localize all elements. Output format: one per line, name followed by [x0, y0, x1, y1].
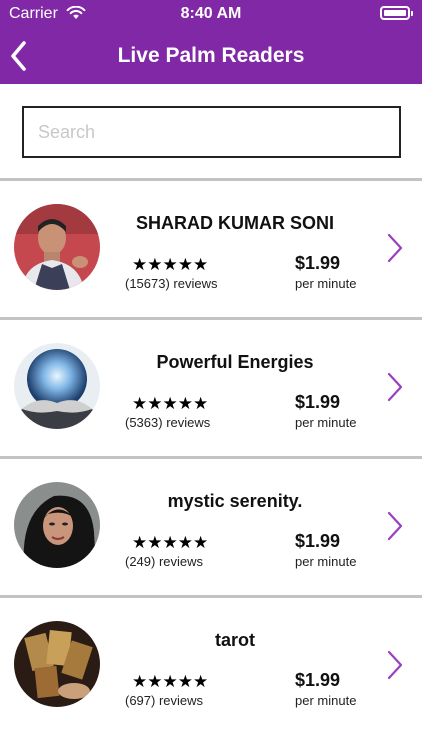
chevron-right-icon [387, 372, 403, 402]
price: $1.99 [295, 392, 341, 412]
avatar [14, 621, 100, 707]
list-item[interactable]: SHARAD KUMAR SONI ★★★★★ (15673) reviews … [0, 178, 422, 317]
search-bar [0, 84, 422, 179]
review-count: (15673) reviews [125, 276, 218, 291]
price: $1.99 [295, 253, 341, 273]
search-input[interactable] [22, 106, 401, 158]
rating-stars: ★★★★★ [132, 533, 209, 552]
review-count: (249) reviews [125, 554, 204, 569]
price-unit: per minute [295, 276, 357, 291]
app-header: Carrier 8:40 AM Live Palm Readers [0, 0, 422, 84]
price-unit: per minute [295, 554, 357, 569]
avatar [14, 343, 100, 429]
chevron-right-icon [387, 233, 403, 263]
avatar [14, 204, 100, 290]
price-unit: per minute [295, 415, 357, 430]
review-count: (5363) reviews [125, 415, 211, 430]
reader-name: tarot [215, 630, 255, 650]
list-item[interactable]: mystic serenity. ★★★★★ (249) reviews $1.… [0, 456, 422, 595]
avatar [14, 482, 100, 568]
reader-list: SHARAD KUMAR SONI ★★★★★ (15673) reviews … [0, 178, 422, 734]
battery-icon [380, 6, 413, 20]
chevron-right-icon [387, 511, 403, 541]
price: $1.99 [295, 670, 341, 690]
rating-stars: ★★★★★ [132, 672, 209, 691]
reader-name: Powerful Energies [156, 352, 314, 372]
nav-bar: Live Palm Readers [0, 28, 422, 84]
price: $1.99 [295, 531, 341, 551]
status-bar: Carrier 8:40 AM [0, 0, 422, 28]
status-time: 8:40 AM [180, 5, 242, 22]
list-item[interactable]: Powerful Energies ★★★★★ (5363) reviews $… [0, 317, 422, 456]
rating-stars: ★★★★★ [132, 255, 209, 274]
price-unit: per minute [295, 693, 357, 708]
rating-stars: ★★★★★ [132, 394, 209, 413]
page-title: Live Palm Readers [117, 44, 305, 67]
reader-name: mystic serenity. [167, 491, 303, 511]
review-count: (697) reviews [125, 693, 204, 708]
chevron-right-icon [387, 650, 403, 680]
reader-name: SHARAD KUMAR SONI [136, 213, 334, 233]
list-item[interactable]: tarot ★★★★★ (697) reviews $1.99 per minu… [0, 595, 422, 734]
